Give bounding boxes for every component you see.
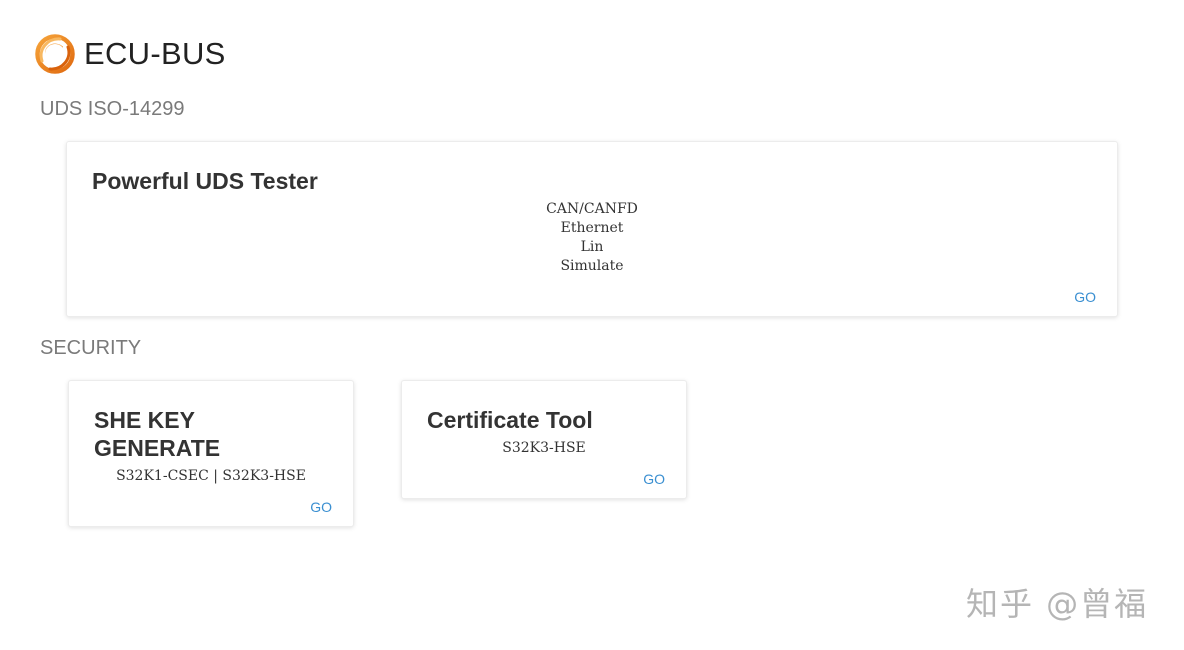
card-certificate-tool[interactable]: Certificate Tool S32K3-HSE GO [401, 380, 687, 499]
feature-line: S32K1-CSEC | S32K3-HSE [116, 468, 306, 484]
feature-line: Simulate [560, 258, 624, 274]
card-feature-list: CAN/CANFD Ethernet Lin Simulate [67, 200, 1117, 276]
feature-line: S32K3-HSE [502, 440, 586, 456]
card-title-line: SHE KEY [94, 407, 195, 433]
orange-swirl-logo-icon [35, 34, 75, 74]
card-uds-tester[interactable]: Powerful UDS Tester CAN/CANFD Ethernet L… [66, 141, 1118, 317]
go-link-uds-tester[interactable]: GO [1074, 289, 1096, 305]
card-she-key-generate[interactable]: SHE KEY GENERATE S32K1-CSEC | S32K3-HSE … [68, 380, 354, 527]
app-title: ECU-BUS [84, 36, 226, 71]
feature-line: Lin [580, 239, 604, 255]
section-title-security: SECURITY [40, 337, 142, 359]
card-title: SHE KEY GENERATE [94, 406, 220, 462]
watermark-text: 知乎 @曾福 [966, 585, 1149, 623]
section-title-uds: UDS ISO-14299 [40, 98, 185, 120]
card-feature-list: S32K1-CSEC | S32K3-HSE [69, 467, 353, 486]
card-title: Certificate Tool [427, 407, 593, 433]
card-title: Powerful UDS Tester [92, 168, 318, 194]
brand-header[interactable]: ECU-BUS [34, 33, 226, 75]
go-link-she-key[interactable]: GO [310, 499, 332, 515]
go-link-certificate-tool[interactable]: GO [643, 471, 665, 487]
feature-line: CAN/CANFD [546, 201, 638, 217]
card-title-line: GENERATE [94, 435, 221, 461]
card-feature-list: S32K3-HSE [402, 439, 686, 458]
feature-line: Ethernet [560, 220, 624, 236]
app-page: ECU-BUS UDS ISO-14299 Powerful UDS Teste… [0, 0, 1184, 650]
